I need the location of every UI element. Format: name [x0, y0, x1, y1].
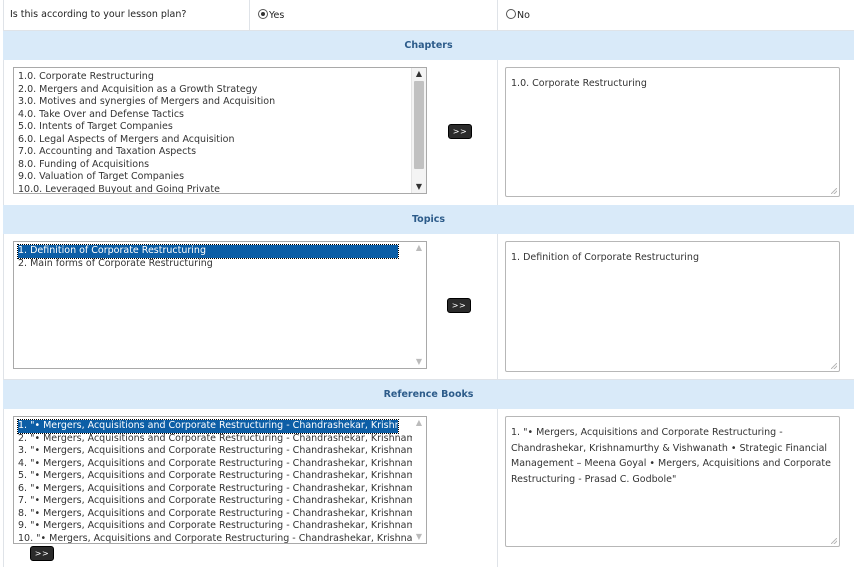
yes-option[interactable]: Yes	[258, 9, 284, 21]
chapter-item[interactable]: 4.0. Take Over and Defense Tactics	[18, 109, 412, 122]
chapter-item[interactable]: 10.0. Leveraged Buyout and Going Private	[18, 184, 412, 194]
chapter-item[interactable]: 9.0. Valuation of Target Companies	[18, 171, 412, 184]
chapters-list: 1.0. Corporate Restructuring 2.0. Merger…	[18, 71, 412, 194]
scroll-thumb[interactable]	[414, 81, 424, 169]
book-item[interactable]: 1. "• Mergers, Acquisitions and Corporat…	[17, 419, 399, 434]
selected-topics-textarea[interactable]: 1. Definition of Corporate Restructuring	[505, 241, 840, 372]
selected-reference-books-text: 1. "• Mergers, Acquisitions and Corporat…	[511, 427, 831, 485]
topic-item[interactable]: 1. Definition of Corporate Restructuring	[17, 244, 399, 259]
scroll-up-icon[interactable]: ▲	[412, 417, 426, 429]
lesson-plan-question-label: Is this according to your lesson plan?	[10, 9, 187, 20]
reference-books-listbox[interactable]: 1. "• Mergers, Acquisitions and Corporat…	[13, 416, 427, 544]
chapter-item[interactable]: 5.0. Intents of Target Companies	[18, 121, 412, 134]
chapter-item[interactable]: 3.0. Motives and synergies of Mergers an…	[18, 96, 412, 109]
book-item[interactable]: 6. "• Mergers, Acquisitions and Corporat…	[18, 483, 412, 496]
resize-grip-icon[interactable]	[831, 363, 837, 369]
add-topic-button[interactable]: >>	[447, 298, 471, 313]
scroll-down-icon[interactable]: ▼	[412, 356, 426, 368]
chapters-header: Chapters	[3, 31, 854, 60]
book-item[interactable]: 7. "• Mergers, Acquisitions and Corporat…	[18, 495, 412, 508]
scroll-down-icon[interactable]: ▼	[412, 531, 426, 543]
topic-item[interactable]: 2. Main forms of Corporate Restructuring	[18, 258, 412, 271]
selected-reference-books-textarea[interactable]: 1. "• Mergers, Acquisitions and Corporat…	[505, 416, 840, 547]
book-item[interactable]: 2. "• Mergers, Acquisitions and Corporat…	[18, 433, 412, 446]
book-item[interactable]: 3. "• Mergers, Acquisitions and Corporat…	[18, 445, 412, 458]
reference-books-list: 1. "• Mergers, Acquisitions and Corporat…	[17, 419, 412, 544]
resize-grip-icon[interactable]	[831, 538, 837, 544]
chapter-item[interactable]: 8.0. Funding of Acquisitions	[18, 159, 412, 172]
topics-scrollbar[interactable]: ▲ ▼	[412, 242, 426, 368]
add-reference-book-button[interactable]: >>	[30, 546, 54, 561]
chapter-item[interactable]: 7.0. Accounting and Taxation Aspects	[18, 146, 412, 159]
yes-label: Yes	[269, 10, 285, 21]
reference-books-scrollbar[interactable]: ▲ ▼	[412, 417, 426, 543]
book-item[interactable]: 10. "• Mergers, Acquisitions and Corpora…	[18, 533, 412, 544]
chapter-item[interactable]: 6.0. Legal Aspects of Mergers and Acquis…	[18, 134, 412, 147]
book-item[interactable]: 5. "• Mergers, Acquisitions and Corporat…	[18, 470, 412, 483]
topics-listbox[interactable]: 1. Definition of Corporate Restructuring…	[13, 241, 427, 369]
chapters-listbox[interactable]: 1.0. Corporate Restructuring 2.0. Merger…	[13, 67, 427, 194]
selected-chapters-textarea[interactable]: 1.0. Corporate Restructuring	[505, 67, 840, 197]
topics-header: Topics	[3, 205, 854, 234]
selected-topics-text: 1. Definition of Corporate Restructuring	[511, 252, 699, 263]
yes-radio[interactable]	[258, 9, 268, 19]
book-item[interactable]: 4. "• Mergers, Acquisitions and Corporat…	[18, 458, 412, 471]
add-chapter-button[interactable]: >>	[448, 124, 472, 139]
selected-chapters-text: 1.0. Corporate Restructuring	[511, 78, 647, 89]
topics-list: 1. Definition of Corporate Restructuring…	[17, 244, 412, 271]
no-option[interactable]: No	[506, 9, 530, 21]
no-radio[interactable]	[506, 9, 516, 19]
no-label: No	[517, 10, 530, 21]
scroll-up-icon[interactable]: ▲	[412, 242, 426, 254]
chapter-item[interactable]: 2.0. Mergers and Acquisition as a Growth…	[18, 84, 412, 97]
book-item[interactable]: 9. "• Mergers, Acquisitions and Corporat…	[18, 520, 412, 533]
chapters-scrollbar[interactable]: ▲ ▼	[411, 68, 426, 193]
scroll-down-icon[interactable]: ▼	[412, 181, 426, 193]
book-item[interactable]: 8. "• Mergers, Acquisitions and Corporat…	[18, 508, 412, 521]
scroll-up-icon[interactable]: ▲	[412, 68, 426, 80]
chapter-item[interactable]: 1.0. Corporate Restructuring	[18, 71, 412, 84]
reference-books-header: Reference Books	[3, 380, 854, 409]
resize-grip-icon[interactable]	[831, 188, 837, 194]
